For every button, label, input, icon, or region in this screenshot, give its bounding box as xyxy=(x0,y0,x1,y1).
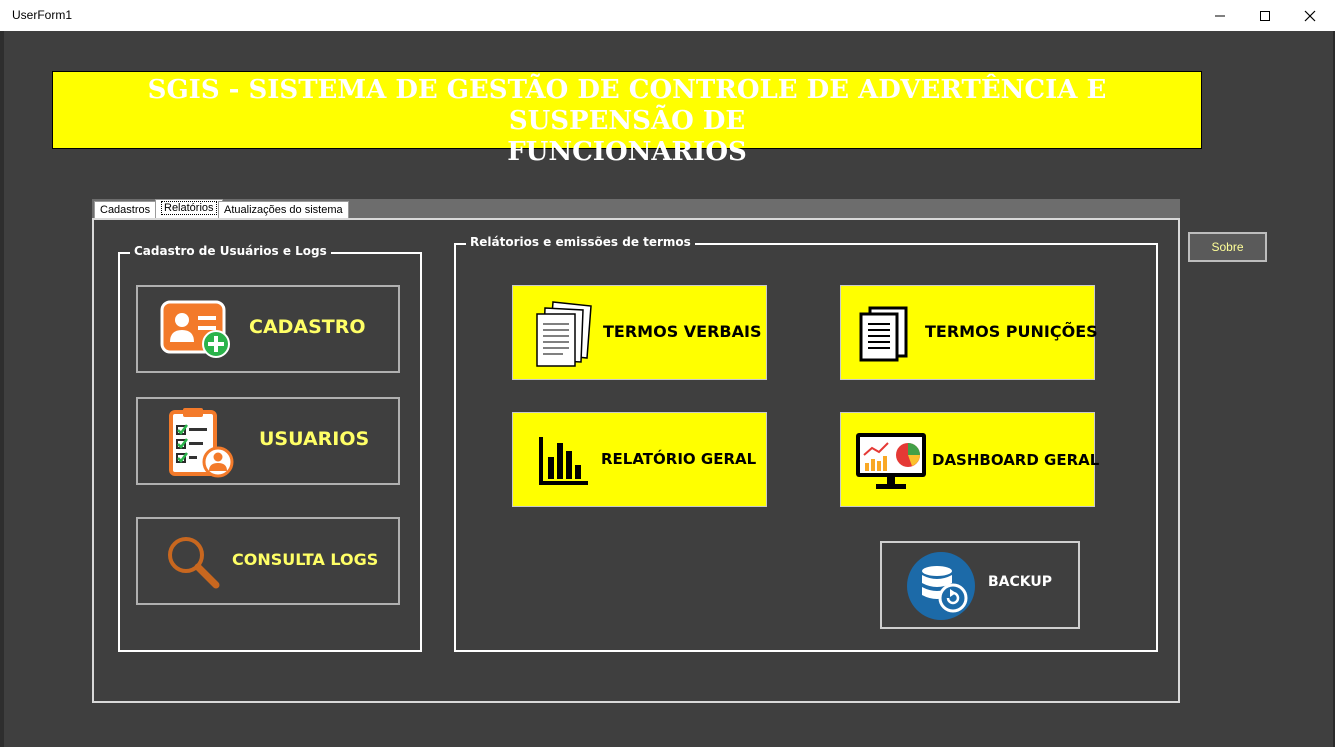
minimize-button[interactable] xyxy=(1197,0,1243,31)
sobre-button-label: Sobre xyxy=(1211,240,1244,254)
banner-line-1: SGIS - SISTEMA DE GESTÃO DE CONTROLE DE … xyxy=(147,75,1107,136)
cadastro-button[interactable]: CADASTRO xyxy=(136,285,400,373)
tab-relatorios-label: Relatórios xyxy=(161,201,217,215)
maximize-button[interactable] xyxy=(1242,0,1288,31)
title-bar: UserForm1 xyxy=(0,0,1335,31)
tab-atualizacoes-label: Atualizações do sistema xyxy=(224,204,343,216)
window-title: UserForm1 xyxy=(12,8,73,22)
relatorio-geral-label: RELATÓRIO GERAL xyxy=(601,450,757,468)
tab-cadastros-label: Cadastros xyxy=(100,204,151,216)
backup-button[interactable]: BACKUP xyxy=(880,541,1080,629)
cadastro-button-label: CADASTRO xyxy=(249,316,366,338)
window-edge-left xyxy=(0,31,4,747)
close-button[interactable] xyxy=(1287,0,1333,31)
frame-caption-right: Relátorios e emissões de termos xyxy=(466,235,695,249)
tab-relatorios[interactable]: Relatórios xyxy=(155,199,223,218)
dashboard-monitor-icon xyxy=(856,433,926,489)
termos-verbais-label: TERMOS VERBAIS xyxy=(603,322,762,341)
bar-chart-icon xyxy=(539,437,588,485)
close-icon xyxy=(1304,10,1316,21)
relatorio-geral-button[interactable]: RELATÓRIO GERAL xyxy=(512,412,767,507)
dashboard-geral-button[interactable]: DASHBOARD GERAL xyxy=(840,412,1099,507)
documents-icon xyxy=(536,301,592,367)
banner-line-2: FUNCIONARIOS xyxy=(507,137,747,167)
frame-caption-left: Cadastro de Usuários e Logs xyxy=(130,244,331,258)
termos-verbais-button[interactable]: TERMOS VERBAIS xyxy=(512,285,767,380)
app-banner: SGIS - SISTEMA DE GESTÃO DE CONTROLE DE … xyxy=(52,71,1202,167)
maximize-icon xyxy=(1260,10,1270,21)
dashboard-geral-label: DASHBOARD GERAL xyxy=(932,451,1100,469)
usuarios-button[interactable]: USUARIOS xyxy=(136,397,400,485)
consulta-logs-button-label: CONSULTA LOGS xyxy=(232,550,379,569)
magnifier-icon xyxy=(168,537,220,589)
user-card-add-icon xyxy=(160,300,230,358)
termos-punicoes-button[interactable]: TERMOS PUNIÇÕES xyxy=(840,285,1098,380)
tab-atualizacoes[interactable]: Atualizações do sistema xyxy=(218,201,349,218)
backup-label: BACKUP xyxy=(988,574,1053,590)
database-restore-icon xyxy=(907,552,975,620)
sobre-button[interactable]: Sobre xyxy=(1188,232,1267,262)
minimize-icon xyxy=(1215,15,1225,16)
termos-punicoes-label: TERMOS PUNIÇÕES xyxy=(925,322,1098,341)
tab-cadastros[interactable]: Cadastros xyxy=(94,201,157,218)
usuarios-button-label: USUARIOS xyxy=(259,428,370,450)
clipboard-user-icon xyxy=(169,408,234,478)
document-list-icon xyxy=(859,306,908,362)
consulta-logs-button[interactable]: CONSULTA LOGS xyxy=(136,517,400,605)
